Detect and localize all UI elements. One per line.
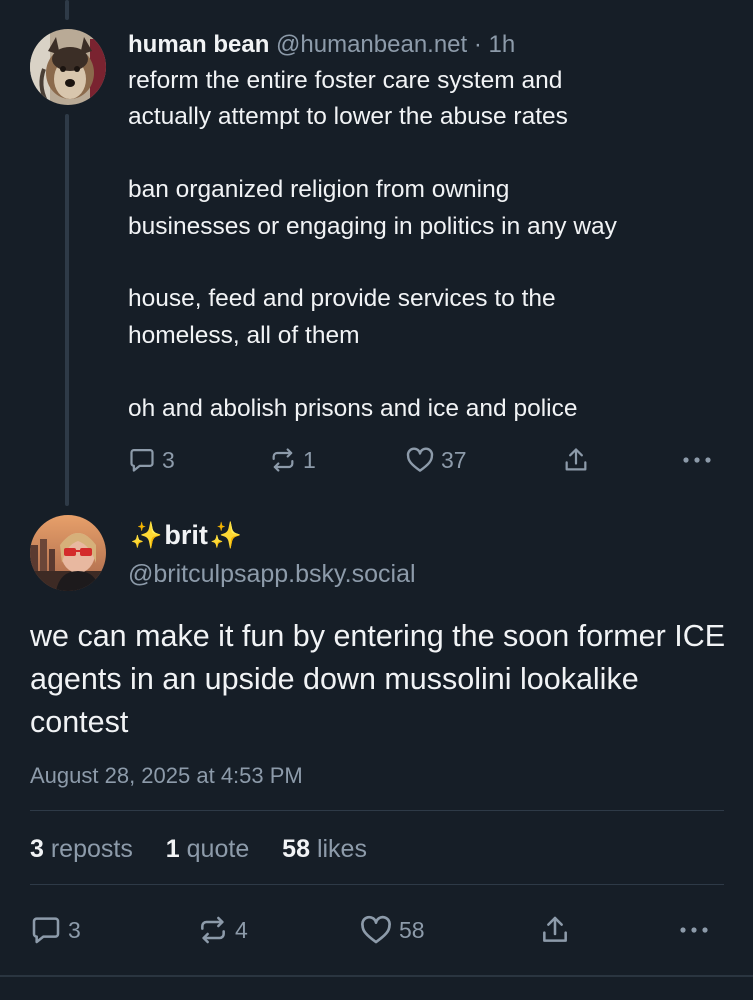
main-post-author[interactable]: ✨ brit ✨ @britculpsapp.bsky.social <box>128 514 416 592</box>
engagement-stats: 3 reposts 1 quote 58 likes <box>30 831 393 867</box>
post-time[interactable]: 1h <box>489 31 516 58</box>
reposts-stat-count: 3 <box>30 835 44 863</box>
likes-stat-label: likes <box>316 835 367 863</box>
reply-icon <box>128 446 156 474</box>
sparkles-emoji-right: ✨ <box>209 520 243 550</box>
like-count: 37 <box>441 446 467 473</box>
main-share-button[interactable] <box>539 910 571 950</box>
reposts-stat-label: reposts <box>50 835 133 863</box>
likes-stat-count: 58 <box>282 835 310 863</box>
parent-action-bar: 3 1 37 <box>128 440 718 480</box>
reposts-stat[interactable]: 3 reposts <box>30 835 133 863</box>
divider-top <box>30 810 724 811</box>
post-text: reform the entire foster care system and… <box>128 67 617 422</box>
sparkles-emoji-left: ✨ <box>130 520 163 550</box>
post-timestamp[interactable]: August 28, 2025 at 4:53 PM <box>30 761 303 791</box>
avatar-brit[interactable] <box>30 515 106 591</box>
thread-line-top <box>65 0 69 20</box>
share-button[interactable] <box>562 440 590 480</box>
main-more-options-button[interactable] <box>678 910 710 950</box>
repost-icon <box>269 446 297 474</box>
like-icon <box>359 913 393 947</box>
author-handle[interactable]: @humanbean.net <box>276 31 467 58</box>
repost-count: 1 <box>303 446 316 473</box>
like-icon <box>405 445 435 475</box>
bottom-divider <box>0 975 753 977</box>
author-name[interactable]: human bean <box>128 31 269 58</box>
main-author-name[interactable]: ✨ brit ✨ <box>128 514 416 556</box>
more-icon <box>678 925 710 935</box>
main-like-button[interactable]: 58 <box>359 910 425 950</box>
more-options-button[interactable] <box>682 440 712 480</box>
main-reply-count: 3 <box>68 916 81 943</box>
repost-button[interactable]: 1 <box>269 440 316 480</box>
parent-post[interactable]: human bean @humanbean.net · 1h reform th… <box>128 28 738 427</box>
likes-stat[interactable]: 58 likes <box>282 835 367 863</box>
separator-dot: · <box>473 31 482 58</box>
avatar-human-bean[interactable] <box>30 29 106 105</box>
quotes-stat-count: 1 <box>165 835 180 863</box>
repost-icon <box>197 914 229 946</box>
quotes-stat-label: quote <box>186 835 250 863</box>
thread-line <box>65 114 69 506</box>
share-icon <box>539 914 571 946</box>
like-button[interactable]: 37 <box>405 440 467 480</box>
reply-count: 3 <box>162 446 175 473</box>
more-icon <box>682 455 712 465</box>
main-author-display-name: brit <box>164 520 208 550</box>
main-like-count: 58 <box>399 916 425 943</box>
main-reply-button[interactable]: 3 <box>30 910 81 950</box>
main-repost-count: 4 <box>235 916 248 943</box>
reply-button[interactable]: 3 <box>128 440 175 480</box>
post-header: human bean @humanbean.net · 1h <box>128 28 738 62</box>
main-post-text: we can make it fun by entering the soon … <box>30 619 726 739</box>
share-icon <box>562 446 590 474</box>
reply-icon <box>30 914 62 946</box>
main-author-handle[interactable]: @britculpsapp.bsky.social <box>128 556 416 592</box>
quotes-stat[interactable]: 1 quote <box>166 835 249 863</box>
divider-bottom <box>30 884 724 885</box>
main-action-bar: 3 4 58 <box>30 910 720 950</box>
main-repost-button[interactable]: 4 <box>197 910 248 950</box>
